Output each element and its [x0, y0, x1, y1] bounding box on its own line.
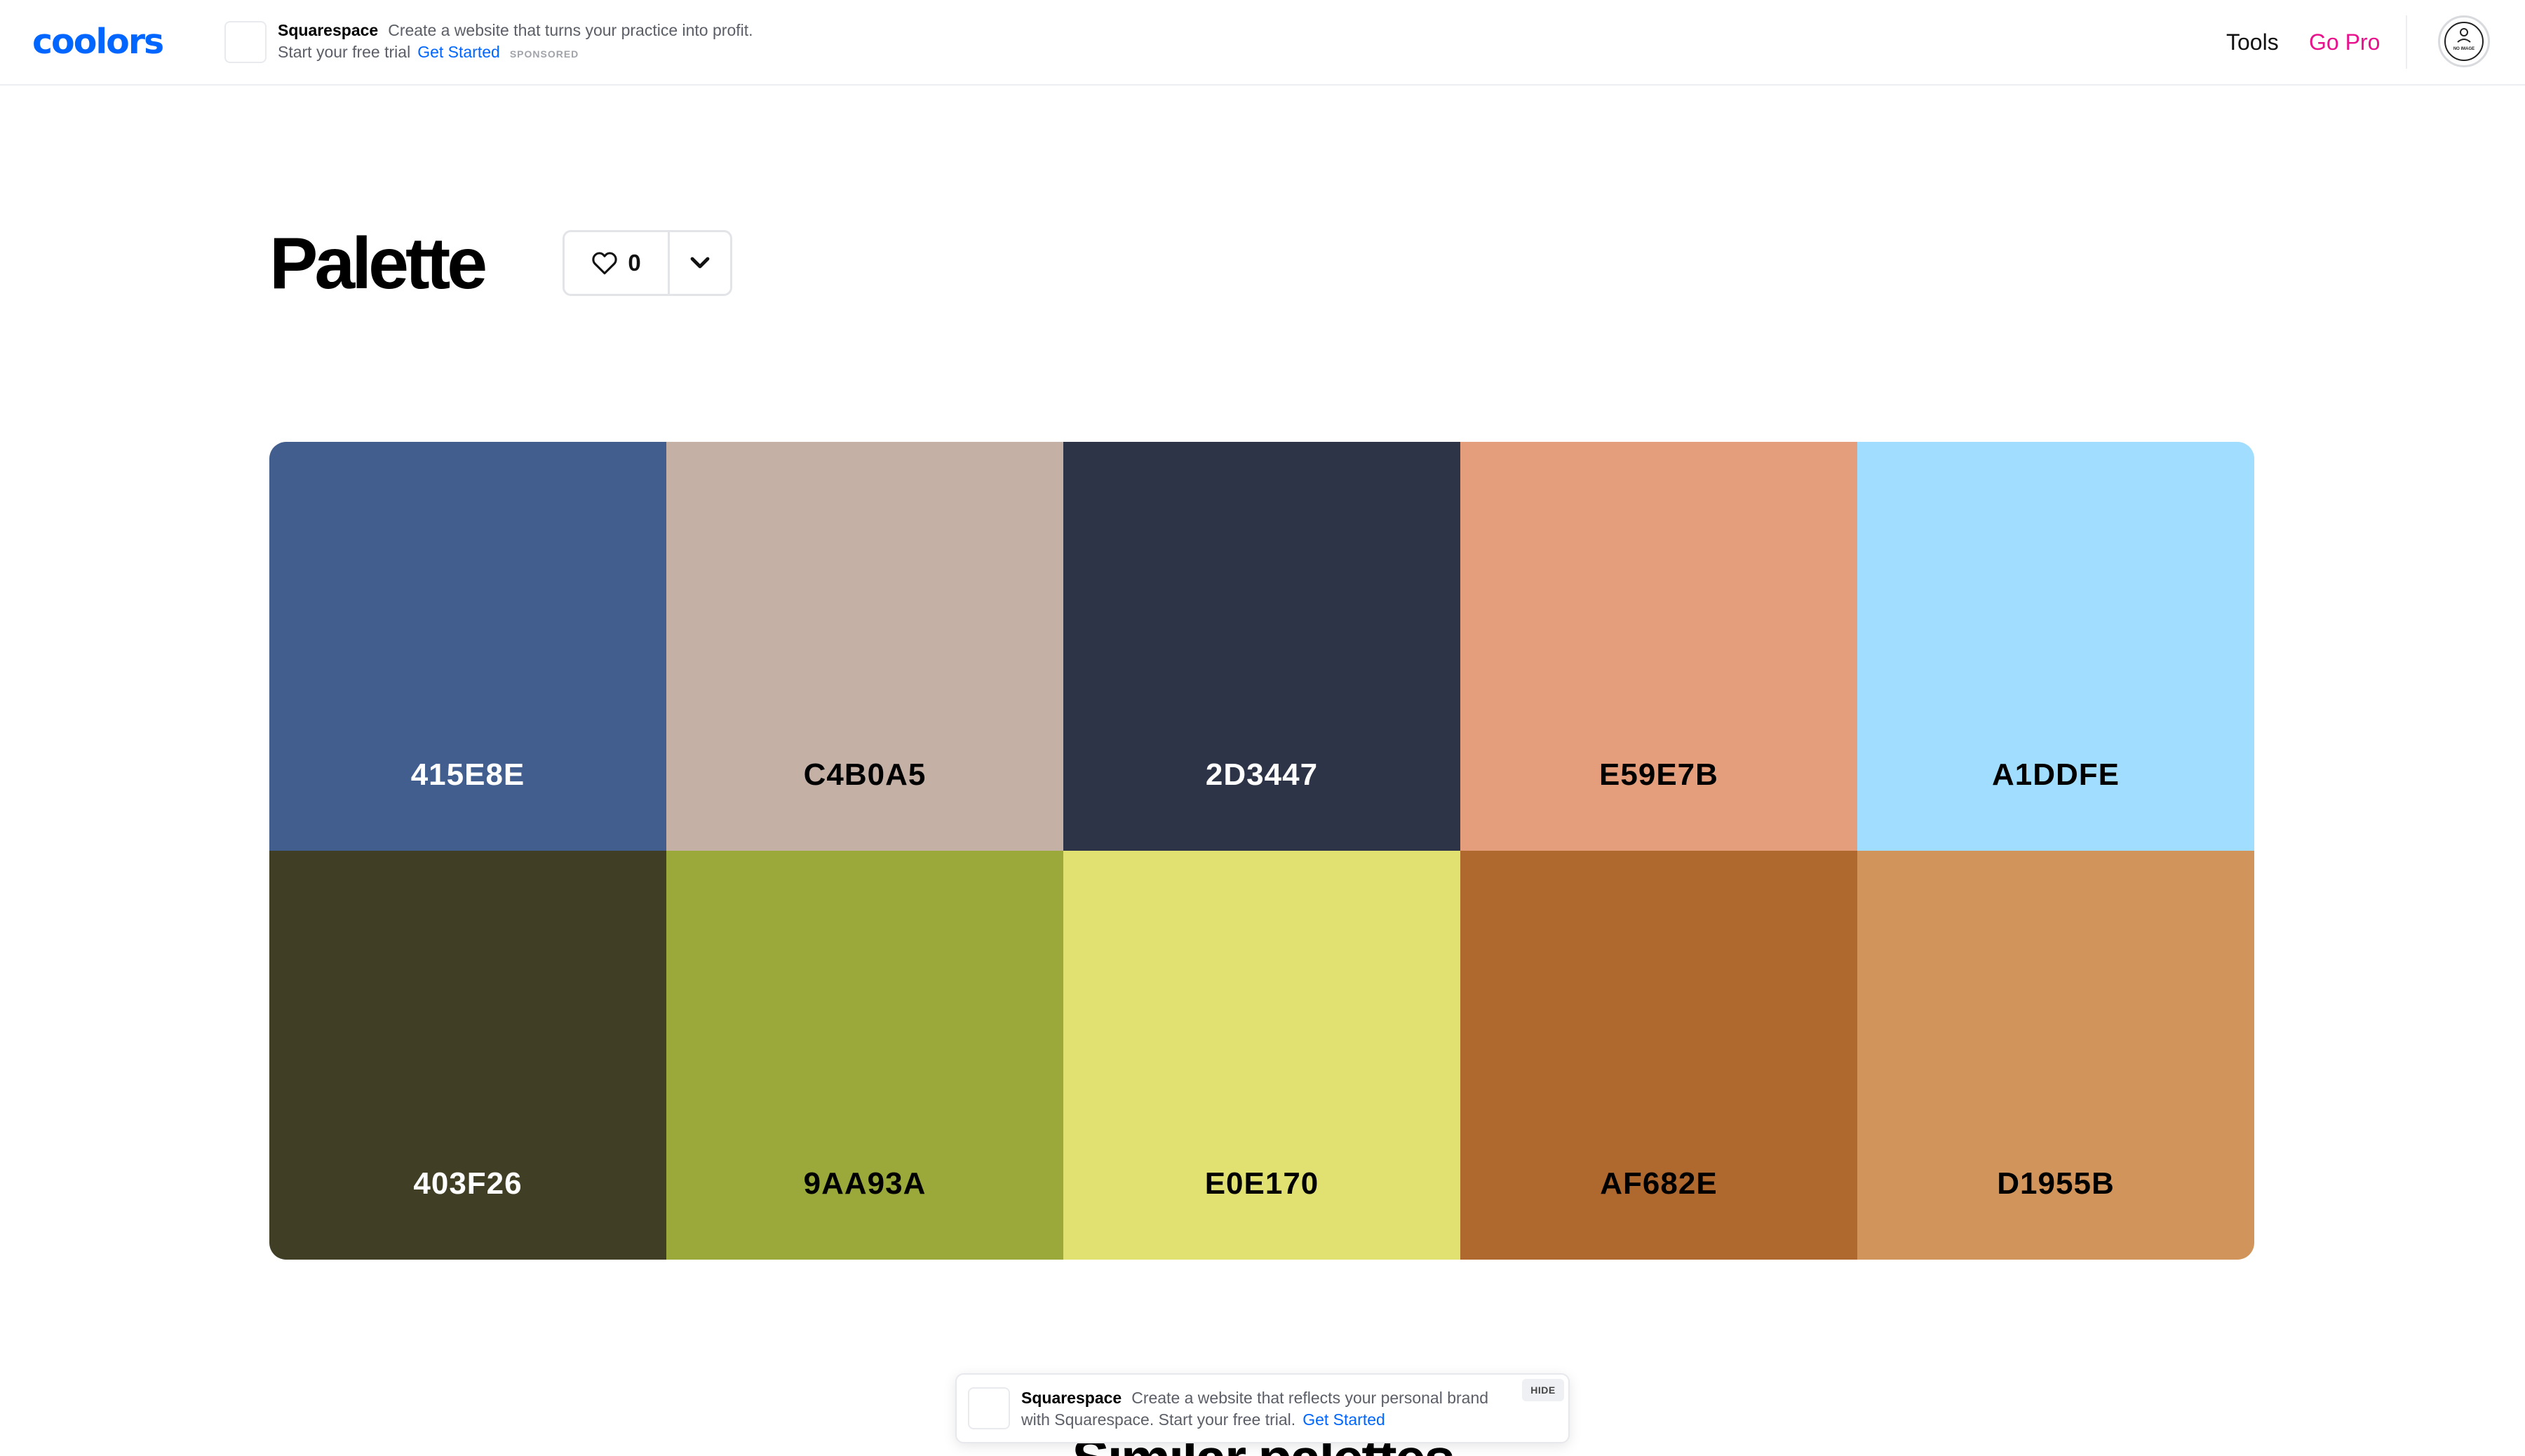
- palette-grid: 415E8E C4B0A5 2D3447 E59E7B A1DDFE 403F26 9AA9…: [269, 442, 2254, 1260]
- swatch-hex-label[interactable]: AF682E: [1460, 1164, 1857, 1204]
- nav-tools-link[interactable]: Tools: [2226, 27, 2279, 58]
- swatch-hex-label[interactable]: E0E170: [1063, 1164, 1460, 1204]
- bottom-ad-brand: Squarespace: [1021, 1389, 1122, 1407]
- like-button[interactable]: 0: [565, 232, 670, 294]
- swatch-hex-label[interactable]: E59E7B: [1460, 755, 1857, 795]
- ad-sponsored-label: SPONSORED: [509, 48, 579, 60]
- swatch-hex-label[interactable]: C4B0A5: [666, 755, 1063, 795]
- color-swatch[interactable]: D1955B: [1857, 851, 2254, 1260]
- no-image-avatar-icon: NO IMAGE: [2444, 22, 2484, 61]
- top-header: coolors Squarespace Create a website that…: [0, 0, 2525, 86]
- ad-thumbnail: [224, 21, 267, 63]
- ad-get-started-link[interactable]: Get Started: [417, 43, 500, 61]
- ad-text-block: Squarespace Create a website that turns y…: [278, 20, 755, 65]
- user-avatar[interactable]: NO IMAGE: [2438, 15, 2490, 67]
- color-swatch[interactable]: C4B0A5: [666, 442, 1063, 851]
- page-title: Palette: [269, 223, 487, 304]
- swatch-hex-label[interactable]: 415E8E: [269, 755, 666, 795]
- color-swatch[interactable]: 9AA93A: [666, 851, 1063, 1260]
- color-swatch[interactable]: AF682E: [1460, 851, 1857, 1260]
- heart-icon: [592, 252, 617, 275]
- bottom-sponsored-ad[interactable]: Squarespace Create a website that reflect…: [955, 1373, 1570, 1443]
- sponsored-ad[interactable]: Squarespace Create a website that turns y…: [224, 20, 753, 69]
- hide-ad-button[interactable]: HIDE: [1522, 1379, 1564, 1401]
- bottom-ad-get-started-link[interactable]: Get Started: [1302, 1410, 1385, 1429]
- coolors-logo[interactable]: coolors: [32, 21, 164, 63]
- color-swatch[interactable]: 403F26: [269, 851, 666, 1260]
- more-options-button[interactable]: [670, 232, 730, 294]
- ad-brand: Squarespace: [278, 21, 379, 39]
- color-swatch[interactable]: E59E7B: [1460, 442, 1857, 851]
- chevron-down-icon: [690, 257, 710, 269]
- swatch-hex-label[interactable]: 9AA93A: [666, 1164, 1063, 1204]
- nav-go-pro-link[interactable]: Go Pro: [2309, 27, 2380, 58]
- bottom-ad-thumbnail: [968, 1387, 1010, 1429]
- avatar-no-image-text: NO IMAGE: [2453, 47, 2474, 51]
- swatch-hex-label[interactable]: 2D3447: [1063, 755, 1460, 795]
- color-swatch[interactable]: E0E170: [1063, 851, 1460, 1260]
- color-swatch[interactable]: 415E8E: [269, 442, 666, 851]
- color-swatch[interactable]: A1DDFE: [1857, 442, 2254, 851]
- color-swatch[interactable]: 2D3447: [1063, 442, 1460, 851]
- swatch-hex-label[interactable]: A1DDFE: [1857, 755, 2254, 795]
- palette-actions: 0: [563, 230, 732, 296]
- swatch-hex-label[interactable]: D1955B: [1857, 1164, 2254, 1204]
- nav-divider: [2406, 15, 2407, 69]
- swatch-hex-label[interactable]: 403F26: [269, 1164, 666, 1204]
- like-count: 0: [628, 250, 641, 276]
- bottom-ad-text-block: Squarespace Create a website that reflect…: [1021, 1387, 1498, 1431]
